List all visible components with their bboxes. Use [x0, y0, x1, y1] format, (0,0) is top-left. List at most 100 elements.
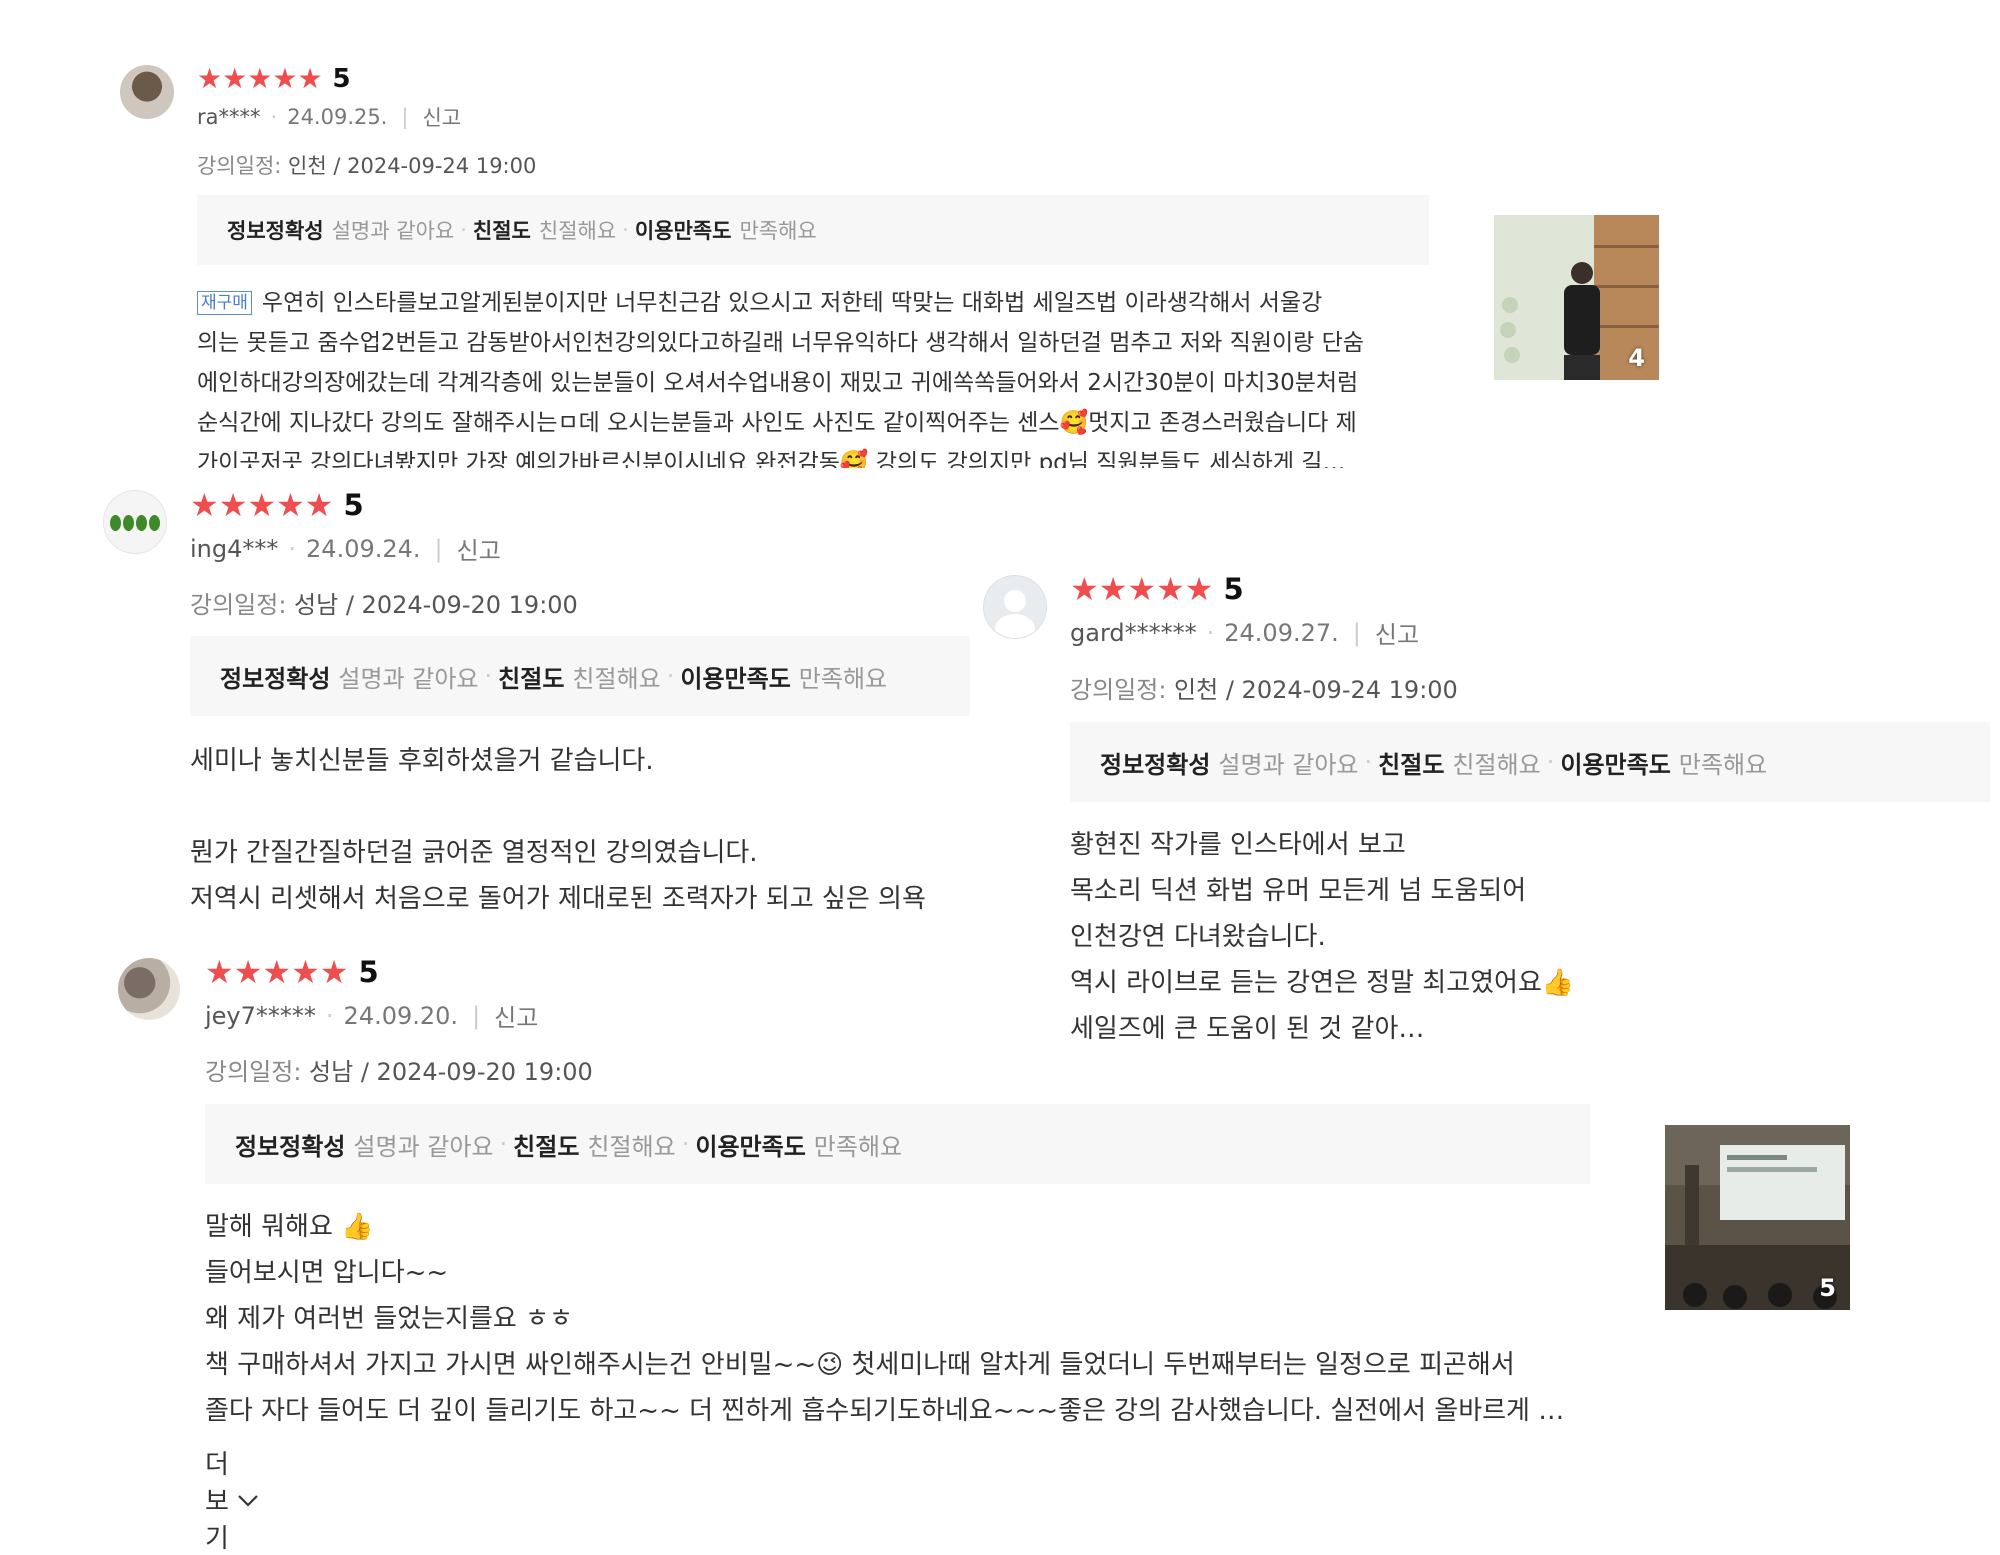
star-rating: ★ ★ ★ ★ ★ 5: [190, 488, 364, 522]
star-icon: ★: [233, 953, 263, 991]
star-icon: ★: [291, 953, 320, 991]
star-icon: ★: [1098, 570, 1128, 608]
avatar: [120, 65, 174, 119]
review-line: 가이곳저곳 강의다녀봤지만 가장 예의가바르신분이시네요 완전감동🥰 강의도 강…: [197, 450, 1346, 468]
tag-key: 친절도: [513, 1132, 580, 1161]
review-photo[interactable]: 5: [1665, 1125, 1850, 1310]
tag-value: 설명과 같아요: [353, 1132, 494, 1161]
star-icon: ★: [205, 953, 234, 991]
tag-value: 친절해요: [1452, 750, 1541, 779]
tag-separator: ·: [681, 1130, 690, 1158]
tag-value: 친절해요: [587, 1132, 676, 1161]
schedule-value: 성남 / 2024-09-20 19:00: [294, 591, 578, 619]
review-line: 목소리 딕션 화법 유머 모든게 넘 도움되어: [1070, 876, 1527, 906]
tag-separator: ·: [666, 662, 675, 690]
report-link[interactable]: 신고: [1375, 615, 1419, 650]
review-line: 에인하대강의장에갔는데 각계각층에 있는분들이 오셔서수업내용이 재밌고 귀에쏙…: [197, 370, 1359, 396]
star-rating: ★ ★ ★ ★ ★ 5: [1070, 572, 1244, 606]
review-line: 황현진 작가를 인스타에서 보고: [1070, 830, 1406, 860]
review-photo[interactable]: 4: [1494, 215, 1659, 380]
review-body: 세미나 놓치신분들 후회하셨을거 같습니다. 뭔가 간질간질하던걸 긁어준 열정…: [190, 738, 990, 918]
rating-tags: 정보정확성 설명과 같아요 · 친절도 친절해요 · 이용만족도 만족해요: [205, 1104, 1590, 1184]
tag-separator: ·: [499, 1130, 508, 1158]
reviewer-id: jey7*****: [205, 1001, 316, 1030]
rating-score: 5: [1223, 572, 1244, 606]
review-meta: gard****** · 24.09.27. | 신고: [1070, 615, 1419, 650]
tag-separator: ·: [460, 218, 467, 242]
review-meta: jey7***** · 24.09.20. | 신고: [205, 998, 538, 1033]
separator-bar: |: [434, 534, 443, 563]
star-icon: ★: [1127, 570, 1157, 608]
avatar: [983, 575, 1047, 639]
tag-value: 만족해요: [798, 664, 888, 693]
review-body: 황현진 작가를 인스타에서 보고 목소리 딕션 화법 유머 모든게 넘 도움되어…: [1070, 822, 1970, 1062]
tag-key: 친절도: [1378, 750, 1445, 779]
tag-key: 정보정확성: [1100, 750, 1211, 779]
tag-key: 이용만족도: [1560, 750, 1671, 779]
review-date: 24.09.24.: [306, 534, 421, 563]
star-icon: ★: [1184, 570, 1214, 608]
schedule-value: 성남 / 2024-09-20 19:00: [309, 1058, 593, 1086]
separator-dot: ·: [325, 1001, 334, 1030]
review-line: 순식간에 지나갔다 강의도 잘해주시는ㅁ데 오시는분들과 사인도 사진도 같이찍…: [197, 410, 1357, 436]
review-line: 저역시 리셋해서 처음으로 돌어가 제대로된 조력자가 되고 싶은 의욕: [190, 884, 926, 914]
reviewer-id: ing4***: [190, 534, 279, 563]
review-date: 24.09.25.: [287, 105, 388, 129]
schedule-value: 인천 / 2024-09-24 19:00: [288, 154, 537, 178]
review-line: 재구매 우연히 인스타를보고알게된분이지만 너무친근감 있으시고 저한테 딱맞는 …: [197, 283, 1437, 323]
rating-tags: 정보정확성 설명과 같아요 · 친절도 친절해요 · 이용만족도 만족해요: [197, 195, 1429, 265]
review-line: 왜 제가 여러번 들었는지를요 ㅎㅎ: [205, 1304, 573, 1334]
tag-value: 설명과 같아요: [331, 219, 455, 243]
star-rating: ★ ★ ★ ★ ★ 5: [205, 955, 379, 989]
lecture-schedule: 강의일정: 인천 / 2024-09-24 19:00: [1070, 670, 1458, 705]
schedule-value: 인천 / 2024-09-24 19:00: [1174, 676, 1458, 704]
schedule-label: 강의일정:: [190, 591, 287, 619]
avatar: [118, 958, 180, 1020]
star-icon: ★: [262, 953, 292, 991]
tag-value: 만족해요: [1678, 750, 1768, 779]
tag-separator: ·: [1364, 748, 1373, 776]
star-icon: ★: [272, 62, 298, 95]
lecture-schedule: 강의일정: 인천 / 2024-09-24 19:00: [197, 150, 536, 180]
tag-key: 이용만족도: [695, 1132, 806, 1161]
review-line: 인천강연 다녀왔습니다.: [1070, 922, 1326, 952]
star-icon: ★: [247, 62, 273, 95]
report-link[interactable]: 신고: [494, 998, 538, 1033]
review-meta: ing4*** · 24.09.24. | 신고: [190, 531, 501, 566]
star-icon: ★: [297, 62, 323, 95]
review-line: 세일즈에 큰 도움이 된 것 같아…: [1070, 1014, 1425, 1044]
star-icon: ★: [304, 486, 334, 524]
review-date: 24.09.27.: [1224, 618, 1339, 647]
review-body: 재구매 우연히 인스타를보고알게된분이지만 너무친근감 있으시고 저한테 딱맞는 …: [197, 283, 1437, 468]
rating-tags: 정보정확성 설명과 같아요 · 친절도 친절해요 · 이용만족도 만족해요: [190, 636, 970, 716]
rating-score: 5: [332, 64, 351, 94]
review-line: 책 구매하셔서 가지고 가시면 싸인해주시는건 안비밀~~😉 첫세미나때 알차게…: [205, 1350, 1515, 1380]
separator-dot: ·: [270, 105, 278, 129]
avatar: [103, 490, 167, 554]
rating-score: 5: [358, 955, 379, 989]
tag-value: 설명과 같아요: [1218, 750, 1359, 779]
star-icon: ★: [1156, 570, 1185, 608]
review-line: 역시 라이브로 듣는 강연은 정말 최고였어요👍: [1070, 968, 1575, 998]
star-icon: ★: [1070, 570, 1099, 608]
tag-key: 정보정확성: [220, 664, 331, 693]
separator-bar: |: [401, 105, 409, 129]
report-link[interactable]: 신고: [422, 102, 461, 132]
report-link[interactable]: 신고: [457, 531, 501, 566]
review-body: 말해 뭐해요 👍 들어보시면 압니다~~ 왜 제가 여러번 들었는지를요 ㅎㅎ …: [205, 1204, 1605, 1444]
star-icon: ★: [247, 486, 277, 524]
tag-value: 친절해요: [572, 664, 661, 693]
separator-bar: |: [1352, 618, 1361, 647]
separator-dot: ·: [1206, 618, 1215, 647]
review-date: 24.09.20.: [343, 1001, 459, 1030]
review-line: [190, 784, 990, 830]
reviewer-id: gard******: [1070, 618, 1197, 647]
tag-key: 친절도: [472, 219, 531, 243]
review-line: 세미나 놓치신분들 후회하셨을거 같습니다.: [190, 746, 654, 776]
star-icon: ★: [197, 62, 223, 95]
separator-dot: ·: [288, 534, 297, 563]
schedule-label: 강의일정:: [1070, 676, 1167, 704]
review-line: 말해 뭐해요 👍: [205, 1212, 374, 1242]
star-icon: ★: [319, 953, 349, 991]
review-line: 뭔가 간질간질하던걸 긁어준 열정적인 강의였습니다.: [190, 838, 758, 868]
